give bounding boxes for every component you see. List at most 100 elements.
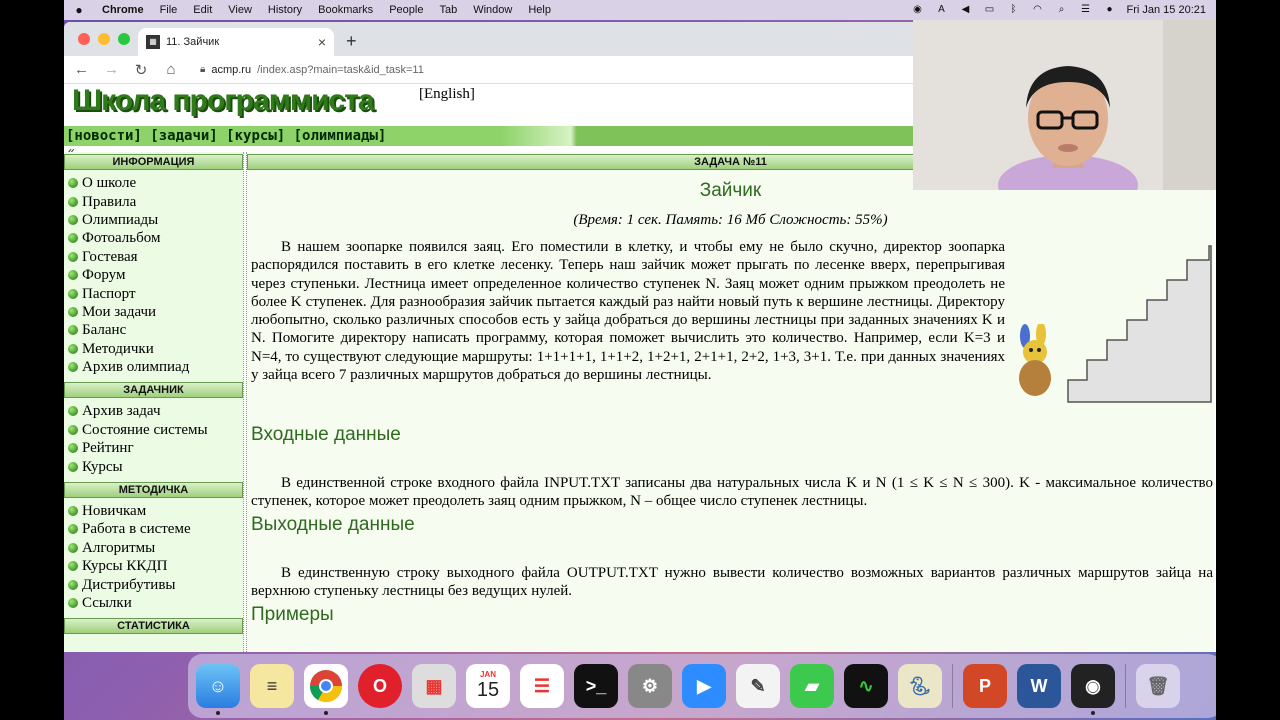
- activity-monitor-icon[interactable]: ∿: [844, 664, 888, 708]
- sidebar-item-photos[interactable]: Фотоальбом: [68, 229, 243, 247]
- sidebar: ИНФОРМАЦИЯ О школе Правила Олимпиады Фот…: [64, 152, 244, 652]
- sidebar-item-guestbook[interactable]: Гостевая: [68, 248, 243, 266]
- search-icon[interactable]: ⌕: [1055, 4, 1069, 16]
- sidebar-item-my-tasks[interactable]: Мои задачи: [68, 303, 243, 321]
- menu-window[interactable]: Window: [465, 4, 520, 16]
- trash-icon[interactable]: 🗑︎: [1136, 664, 1180, 708]
- new-tab-icon[interactable]: +: [346, 31, 357, 52]
- menu-view[interactable]: View: [220, 4, 260, 16]
- sidebar-item-system-work[interactable]: Работа в системе: [68, 520, 243, 538]
- sidebar-item-about[interactable]: О школе: [68, 174, 243, 192]
- sidebar-item-balance[interactable]: Баланс: [68, 321, 243, 339]
- close-window-button[interactable]: [78, 33, 90, 45]
- bluetooth-icon[interactable]: ᛒ: [1007, 4, 1021, 16]
- menubar-clock[interactable]: Fri Jan 15 20:21: [1127, 4, 1207, 16]
- site-logo[interactable]: Школа программиста: [72, 84, 375, 118]
- terminal-icon[interactable]: >_: [574, 664, 618, 708]
- bullet-icon: [68, 196, 78, 207]
- webcam-overlay: [913, 20, 1216, 190]
- menu-history[interactable]: History: [260, 4, 310, 16]
- zoom-window-button[interactable]: [118, 33, 130, 45]
- control-center-icon[interactable]: ☰: [1079, 4, 1093, 16]
- back-icon[interactable]: ←: [74, 61, 89, 78]
- siri-icon[interactable]: ●: [1103, 4, 1117, 16]
- presenter-video-icon: [913, 20, 1216, 190]
- reload-icon[interactable]: ↻: [134, 61, 148, 79]
- sidebar-item-system-status[interactable]: Состояние системы: [68, 421, 243, 439]
- forward-icon[interactable]: →: [104, 61, 119, 78]
- menu-people[interactable]: People: [381, 4, 431, 16]
- sidebar-item-kkdp[interactable]: Курсы ККДП: [68, 557, 243, 575]
- apple-menu-icon[interactable]: ●: [64, 3, 94, 17]
- sidebar-item-olympiad-archive[interactable]: Архив олимпиад: [68, 358, 243, 376]
- menu-edit[interactable]: Edit: [185, 4, 220, 16]
- status-area: ◉ A ◀ ▭ ᛒ ◠ ⌕ ☰ ● Fri Jan 15 20:21: [911, 4, 1217, 16]
- obs-status-icon[interactable]: ◉: [911, 4, 925, 16]
- powerpoint-icon[interactable]: P: [963, 664, 1007, 708]
- obs-icon[interactable]: ◉: [1071, 664, 1115, 715]
- sidebar-item-rules[interactable]: Правила: [68, 192, 243, 210]
- word-icon[interactable]: W: [1017, 664, 1061, 708]
- bullet-icon: [68, 443, 78, 454]
- close-tab-icon[interactable]: ×: [318, 34, 326, 50]
- bullet-icon: [68, 561, 78, 572]
- minimize-window-button[interactable]: [98, 33, 110, 45]
- reminders-icon[interactable]: ☰: [520, 664, 564, 708]
- menu-bookmarks[interactable]: Bookmarks: [310, 4, 381, 16]
- facetime-icon[interactable]: ▰: [790, 664, 834, 708]
- volume-icon[interactable]: ◀: [959, 4, 973, 16]
- menu-file[interactable]: File: [152, 4, 186, 16]
- launchpad-icon[interactable]: ▦: [412, 664, 456, 708]
- chrome-icon[interactable]: [304, 664, 348, 715]
- bullet-icon: [68, 362, 78, 373]
- english-link[interactable]: [English]: [419, 86, 475, 103]
- running-indicator: [324, 711, 328, 715]
- sidebar-item-olympiads[interactable]: Олимпиады: [68, 211, 243, 229]
- bullet-icon: [68, 233, 78, 244]
- battery-icon[interactable]: ▭: [983, 4, 997, 16]
- input-source-icon[interactable]: A: [935, 4, 949, 16]
- sidebar-item-algorithms[interactable]: Алгоритмы: [68, 539, 243, 557]
- dock: ☺ ≡ O ▦ JAN 15 ☰ >_ ⚙ ▶ ✎ ▰ ∿ 🐍︎ P W ◉ 🗑…: [188, 654, 1216, 718]
- system-preferences-icon[interactable]: ⚙: [628, 664, 672, 708]
- notes-icon[interactable]: ≡: [250, 664, 294, 708]
- bullet-icon: [68, 214, 78, 225]
- sidebar-item-label: Фотоальбом: [82, 230, 161, 247]
- nav-olympiads-link[interactable]: [олимпиады]: [294, 128, 387, 144]
- nav-news-link[interactable]: [новости]: [66, 128, 142, 144]
- sidebar-item-label: Архив задач: [82, 403, 161, 420]
- sidebar-item-distributions[interactable]: Дистрибутивы: [68, 575, 243, 593]
- bullet-icon: [68, 406, 78, 417]
- opera-icon[interactable]: O: [358, 664, 402, 708]
- browser-tab[interactable]: ▦ 11. Зайчик ×: [138, 28, 334, 56]
- wifi-icon[interactable]: ◠: [1031, 4, 1045, 16]
- sidebar-item-links[interactable]: Ссылки: [68, 594, 243, 612]
- sidebar-item-beginners[interactable]: Новичкам: [68, 502, 243, 520]
- home-icon[interactable]: ⌂: [164, 61, 178, 78]
- task-statement: В нашем зоопарке появился заяц. Его поме…: [251, 239, 1005, 384]
- menu-tab[interactable]: Tab: [431, 4, 465, 16]
- address-bar[interactable]: 🔒︎ acmp.ru/index.asp?main=task&id_task=1…: [200, 64, 424, 76]
- sidebar-item-rating[interactable]: Рейтинг: [68, 439, 243, 457]
- examples-section-title: Примеры: [251, 604, 334, 625]
- menu-app-name[interactable]: Chrome: [94, 4, 152, 16]
- sidebar-item-passport[interactable]: Паспорт: [68, 284, 243, 302]
- sidebar-item-courses[interactable]: Курсы: [68, 457, 243, 475]
- nav-tasks-link[interactable]: [задачи]: [150, 128, 217, 144]
- python-launcher-icon[interactable]: 🐍︎: [898, 664, 942, 708]
- menu-help[interactable]: Help: [520, 4, 559, 16]
- sidebar-list-methods: Новичкам Работа в системе Алгоритмы Курс…: [64, 500, 243, 616]
- finder-icon[interactable]: ☺: [196, 664, 240, 715]
- sidebar-item-manuals[interactable]: Методички: [68, 340, 243, 358]
- bullet-icon: [68, 424, 78, 435]
- zoom-icon[interactable]: ▶: [682, 664, 726, 708]
- calendar-icon[interactable]: JAN 15: [466, 664, 510, 708]
- lock-icon[interactable]: 🔒︎: [200, 64, 205, 75]
- textedit-icon[interactable]: ✎: [736, 664, 780, 708]
- url-domain: acmp.ru: [211, 63, 252, 76]
- sidebar-item-task-archive[interactable]: Архив задач: [68, 402, 243, 420]
- sidebar-heading-methods: МЕТОДИЧКА: [64, 481, 243, 498]
- nav-courses-link[interactable]: [курсы]: [226, 128, 285, 144]
- sidebar-item-forum[interactable]: Форум: [68, 266, 243, 284]
- bullet-icon: [68, 251, 78, 262]
